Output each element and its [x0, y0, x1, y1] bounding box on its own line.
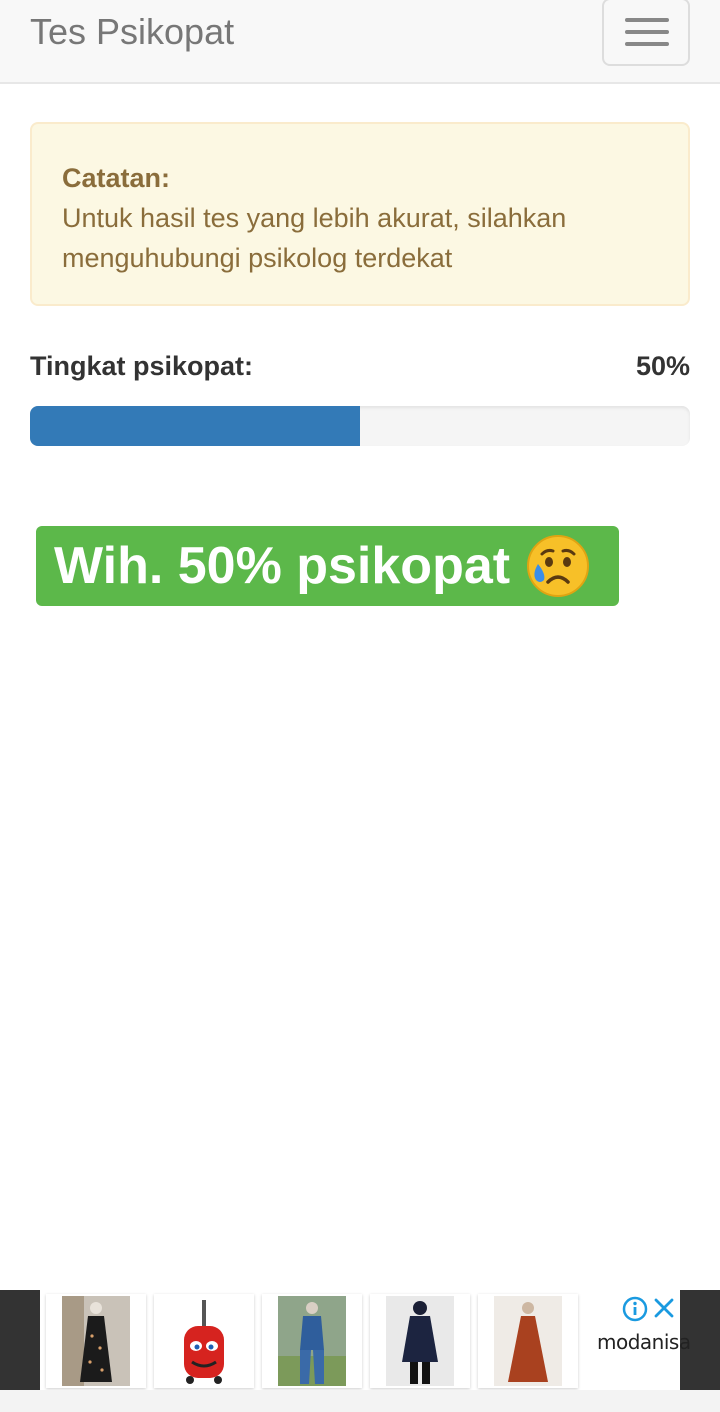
sad-sweat-emoji-icon [527, 535, 590, 597]
ad-content[interactable]: modanisa [40, 1290, 691, 1390]
floral-dress-image [62, 1296, 130, 1386]
denim-set-image [278, 1296, 346, 1386]
ad-product-rust-dress[interactable] [478, 1294, 578, 1388]
hamburger-icon-line [625, 42, 669, 46]
navbar: Tes Psikopat [0, 0, 720, 84]
ad-brand-logo[interactable]: modanisa [597, 1330, 691, 1354]
hamburger-icon-line [625, 30, 669, 34]
ad-banner[interactable]: modanisa [0, 1290, 720, 1390]
result-text: Wih. 50% psikopat [54, 537, 511, 595]
rust-dress-image [494, 1296, 562, 1386]
alert-title: Catatan: [62, 163, 171, 193]
progress-label: Tingkat psikopat: [30, 351, 254, 381]
note-alert: Catatan: Untuk hasil tes yang lebih akur… [30, 122, 690, 306]
ad-product-navy-tunic[interactable] [370, 1294, 470, 1388]
navy-tunic-image [386, 1296, 454, 1386]
close-icon[interactable] [652, 1296, 676, 1320]
trolley-bag-image [170, 1296, 238, 1386]
menu-toggle-button[interactable] [602, 0, 690, 66]
result-banner: Wih. 50% psikopat [36, 526, 619, 606]
bottom-strip [0, 1390, 720, 1412]
progress-value: 50% [635, 351, 690, 381]
ad-product-floral-dress[interactable] [46, 1294, 146, 1388]
info-icon[interactable] [622, 1296, 648, 1322]
ad-product-denim-set[interactable] [262, 1294, 362, 1388]
progress-fill [30, 406, 360, 446]
progress-track [30, 406, 690, 446]
hamburger-icon [625, 18, 669, 22]
brand-title[interactable]: Tes Psikopat [30, 10, 234, 54]
ad-product-kids-trolley-bag[interactable] [154, 1294, 254, 1388]
alert-message: Untuk hasil tes yang lebih akurat, silah… [62, 203, 567, 273]
